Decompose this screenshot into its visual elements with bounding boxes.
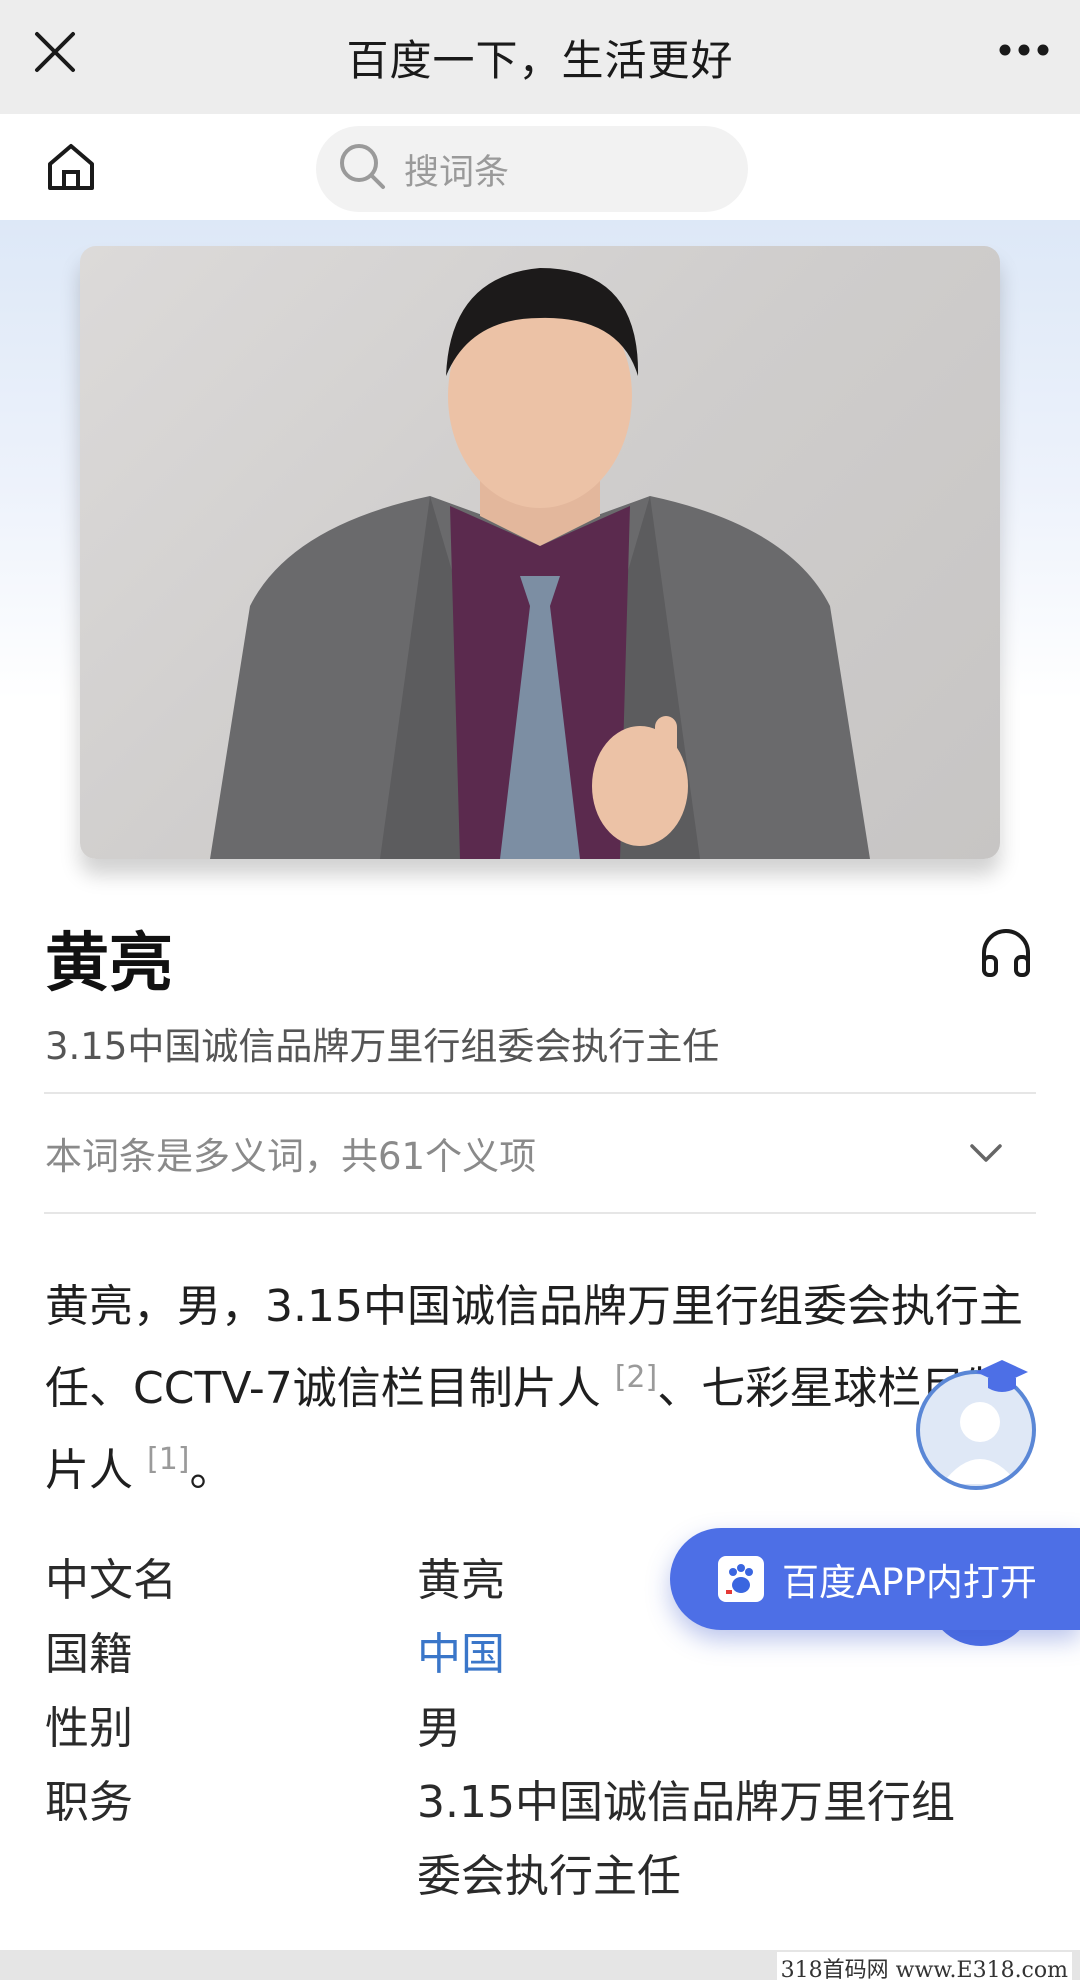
- info-key: 职务: [45, 1777, 133, 1828]
- info-value: 3.15中国诚信品牌万里行组委会执行主任: [417, 1777, 955, 1902]
- divider: [44, 1212, 1036, 1214]
- info-value: 男: [417, 1703, 461, 1754]
- info-row: 职务 3.15中国诚信品牌万里行组委会执行主任: [45, 1766, 1035, 1914]
- open-in-app-button[interactable]: 百度APP内打开: [670, 1528, 1080, 1630]
- info-key: 性别: [45, 1703, 133, 1754]
- search-header: 搜词条: [0, 114, 1080, 220]
- entry-photo[interactable]: [80, 246, 1000, 859]
- watermark-text: 318首码网 www.E318.com: [776, 1952, 1072, 1980]
- graduation-cap-icon: [972, 1354, 1032, 1398]
- close-icon[interactable]: [30, 22, 80, 82]
- search-input[interactable]: 搜词条: [316, 126, 748, 212]
- divider: [44, 1092, 1036, 1094]
- page-title: 百度一下，生活更好: [346, 35, 734, 85]
- reference-link[interactable]: [1]: [147, 1442, 190, 1477]
- entry-summary: 黄亮，男，3.15中国诚信品牌万里行组委会执行主任、CCTV-7诚信栏目制片人 …: [45, 1266, 1040, 1512]
- info-key: 国籍: [45, 1629, 133, 1680]
- home-icon[interactable]: [42, 138, 100, 196]
- open-in-app-label: 百度APP内打开: [782, 1561, 1037, 1604]
- info-key: 中文名: [45, 1555, 177, 1606]
- headphones-icon[interactable]: [978, 925, 1034, 981]
- search-placeholder: 搜词条: [404, 152, 510, 193]
- top-bar: 百度一下，生活更好: [0, 0, 1080, 114]
- reference-link[interactable]: [2]: [615, 1360, 658, 1395]
- more-dots-icon[interactable]: [994, 28, 1054, 72]
- summary-text: 。: [189, 1445, 234, 1496]
- entry-name: 黄亮: [45, 927, 173, 1001]
- polysemy-note[interactable]: 本词条是多义词，共61个义项: [45, 1126, 536, 1180]
- search-icon: [338, 142, 388, 196]
- entry-subtitle: 3.15中国诚信品牌万里行组委会执行主任: [45, 1025, 720, 1068]
- baidu-paw-icon: [718, 1556, 764, 1602]
- info-row: 性别 男: [45, 1692, 1035, 1766]
- chevron-down-icon[interactable]: [966, 1134, 1006, 1174]
